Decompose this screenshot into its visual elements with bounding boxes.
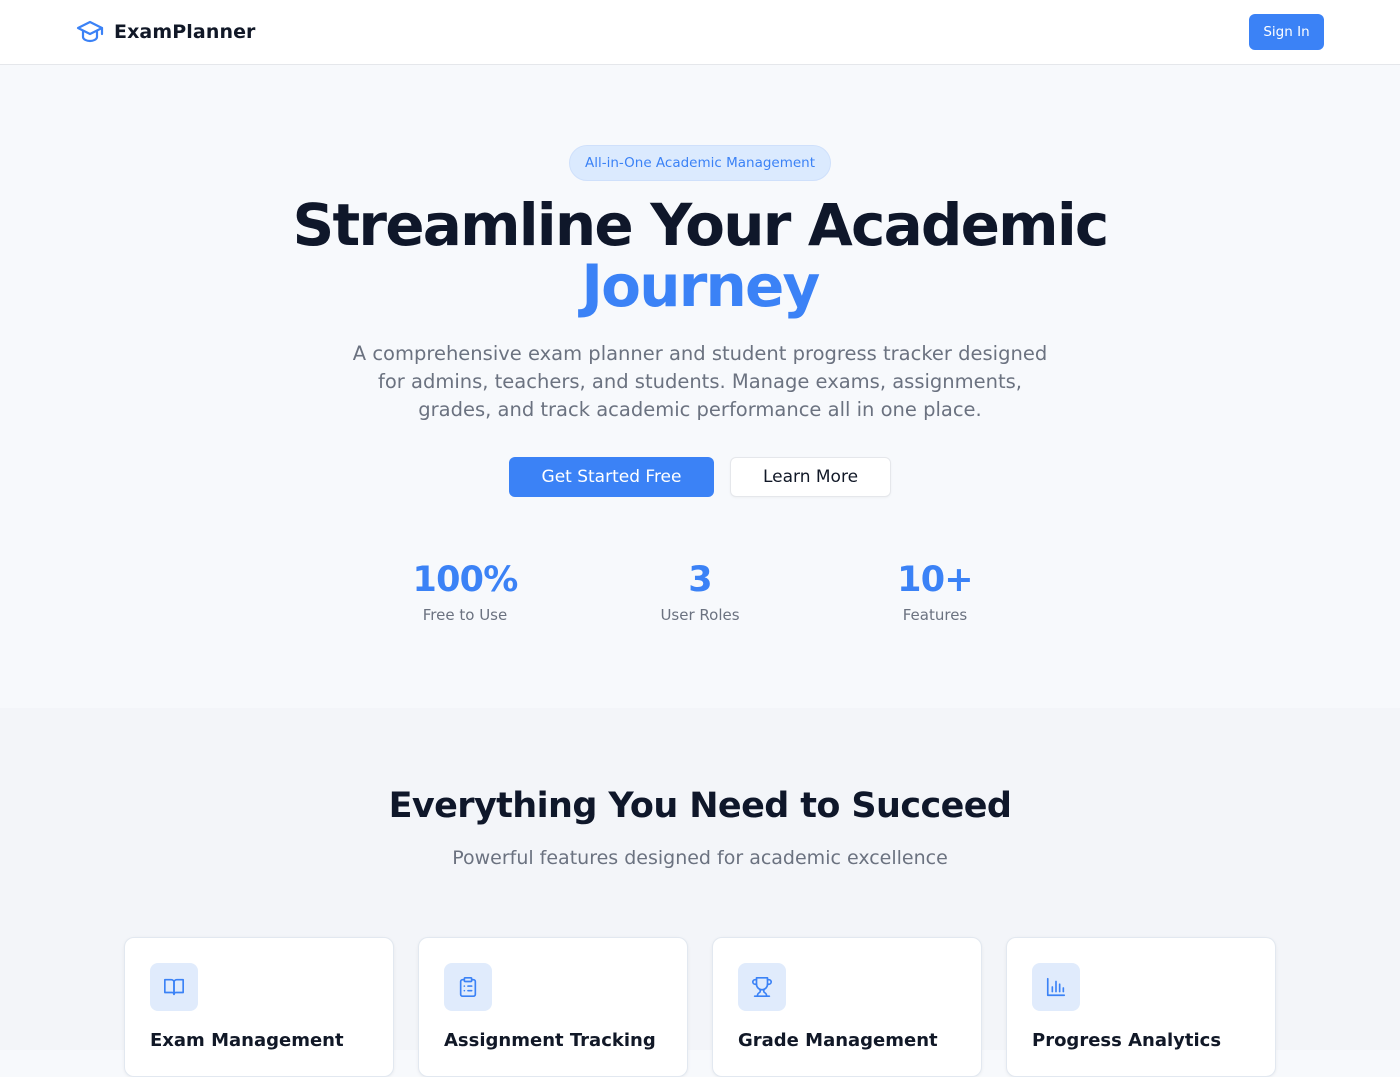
hero-description: A comprehensive exam planner and student…: [352, 342, 1048, 421]
card-icon-container: [150, 963, 198, 1011]
card-title: Assignment Tracking: [444, 1030, 656, 1051]
stat-value: 3: [688, 560, 712, 600]
stat-label: Features: [902, 606, 968, 624]
features-subtitle: Powerful features designed for academic …: [452, 847, 948, 869]
clipboard-list-icon: [459, 977, 477, 997]
graduation-cap-icon: [76, 20, 104, 43]
top-navbar: ExamPlanner Sign In: [0, 0, 1400, 65]
card-icon-container: [738, 963, 786, 1011]
stat-free: 100% Free to Use: [365, 558, 565, 624]
stat-label: User Roles: [660, 606, 740, 624]
hero-section: All-in-One Academic Management Streamlin…: [0, 65, 1400, 708]
card-icon-container: [1032, 963, 1080, 1011]
card-title: Grade Management: [738, 1030, 938, 1051]
brand-name: ExamPlanner: [114, 21, 256, 43]
stat-roles: 3 User Roles: [600, 558, 800, 624]
get-started-button[interactable]: Get Started Free: [509, 457, 714, 497]
brand-logo-link[interactable]: ExamPlanner: [76, 19, 256, 45]
book-open-icon: [164, 978, 184, 996]
stat-value: 10+: [897, 560, 973, 600]
bar-chart-icon: [1046, 977, 1066, 997]
feature-card-grade-management[interactable]: Grade Management: [712, 937, 982, 1077]
features-section: Everything You Need to Succeed Powerful …: [0, 708, 1400, 1077]
stat-features: 10+ Features: [835, 558, 1035, 624]
hero-title-highlight: Journey: [581, 252, 820, 320]
stat-label: Free to Use: [422, 606, 508, 624]
sign-in-button[interactable]: Sign In: [1249, 14, 1324, 50]
hero-title-line-1: Streamline Your Academic: [292, 191, 1110, 259]
feature-card-progress-analytics[interactable]: Progress Analytics: [1006, 937, 1276, 1077]
card-title: Exam Management: [150, 1030, 344, 1051]
feature-card-assignment-tracking[interactable]: Assignment Tracking: [418, 937, 688, 1077]
card-title: Progress Analytics: [1032, 1030, 1222, 1051]
learn-more-button[interactable]: Learn More: [730, 457, 891, 497]
features-title: Everything You Need to Succeed: [388, 786, 1012, 826]
stat-value: 100%: [412, 560, 519, 600]
feature-card-exam-management[interactable]: Exam Management: [124, 937, 394, 1077]
hero-badge: All-in-One Academic Management: [569, 145, 831, 181]
card-icon-container: [444, 963, 492, 1011]
trophy-icon: [752, 977, 772, 997]
